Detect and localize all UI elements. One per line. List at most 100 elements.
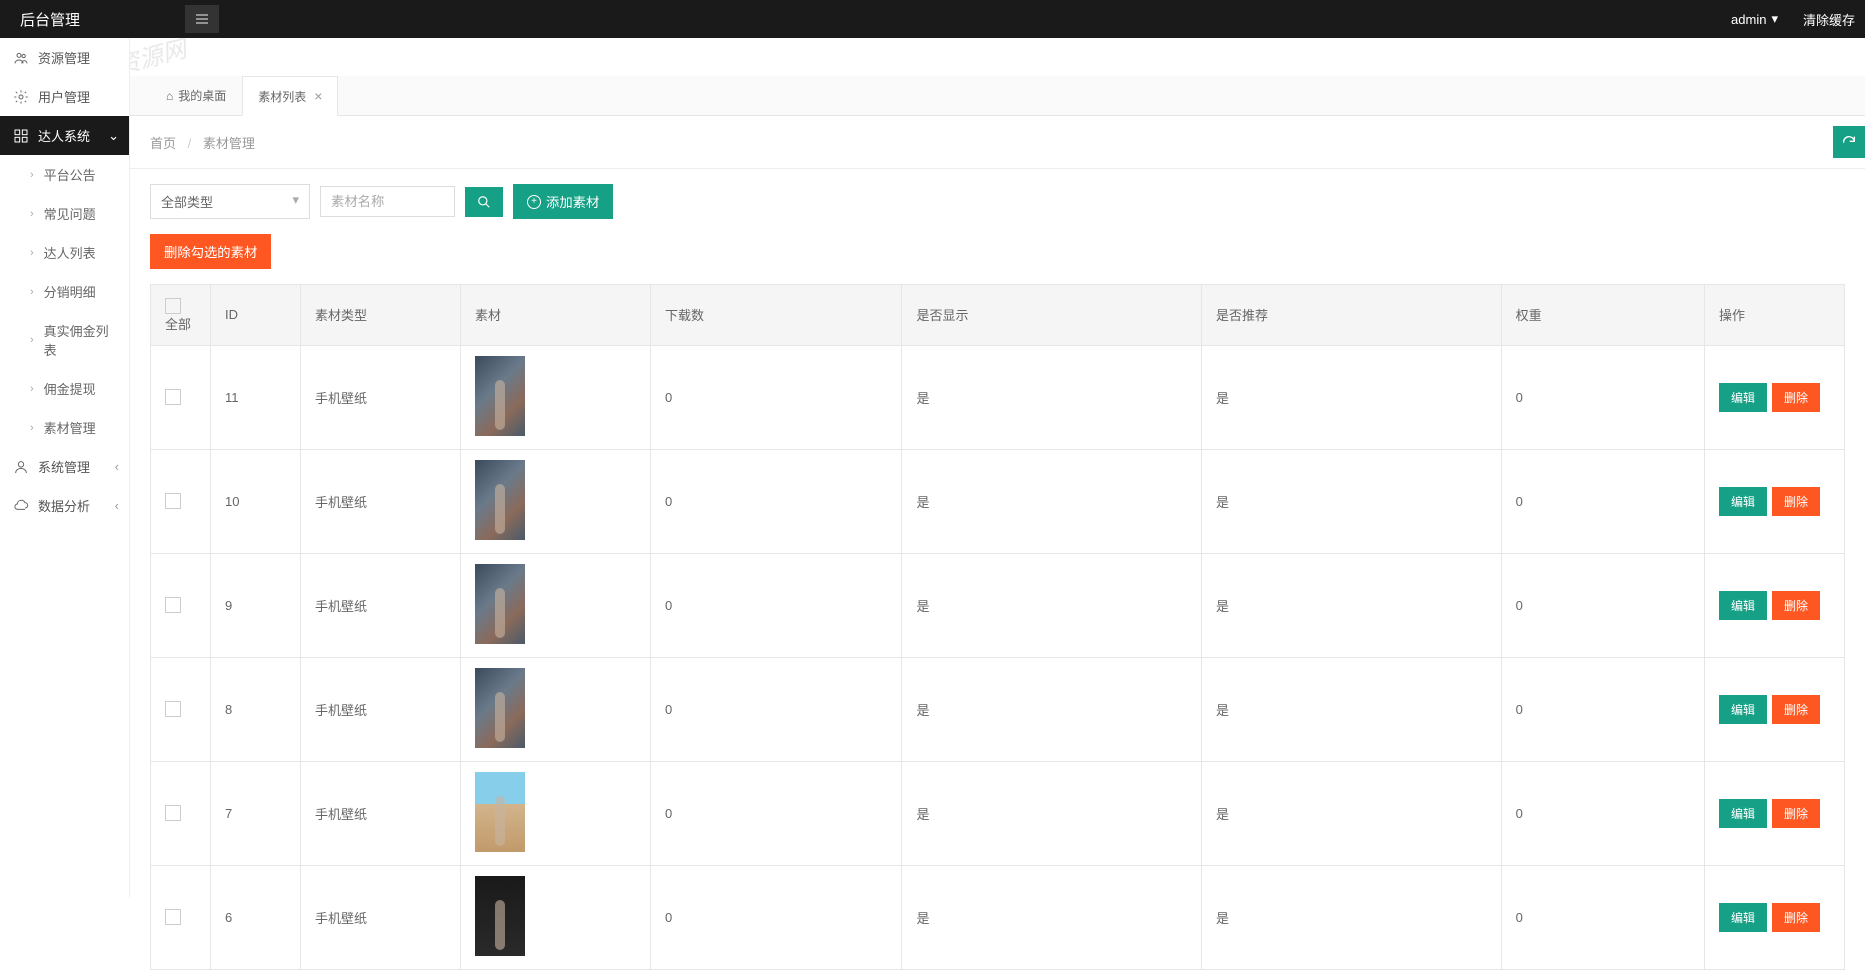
grid-icon <box>12 127 30 145</box>
cell-is-show: 是 <box>902 449 1202 553</box>
row-checkbox[interactable] <box>165 909 181 925</box>
delete-button[interactable]: 删除 <box>1772 799 1820 828</box>
sidebar-subitem-2[interactable]: ›达人列表 <box>0 233 129 272</box>
cell-weight: 0 <box>1501 345 1704 449</box>
delete-button[interactable]: 删除 <box>1772 487 1820 516</box>
search-icon <box>477 195 491 209</box>
cell-weight: 0 <box>1501 553 1704 657</box>
cell-id: 8 <box>211 657 301 761</box>
submenu-label: 佣金提现 <box>44 379 96 398</box>
gear-icon <box>12 88 30 106</box>
delete-selected-button[interactable]: 删除勾选的素材 <box>150 234 271 269</box>
chevron-right-icon: › <box>30 383 34 395</box>
cell-is-show: 是 <box>902 345 1202 449</box>
edit-button[interactable]: 编辑 <box>1719 799 1767 828</box>
delete-button[interactable]: 删除 <box>1772 903 1820 932</box>
sidebar: 资源管理 用户管理 达人系统 ⌄ ›平台公告›常见问题›达人列表›分销明细›真实… <box>0 38 130 897</box>
delete-button[interactable]: 删除 <box>1772 591 1820 620</box>
sidebar-item-system-mgmt[interactable]: 系统管理 ‹ <box>0 447 129 486</box>
sidebar-subitem-4[interactable]: › 真实佣金列表 <box>0 311 129 369</box>
sidebar-label: 用户管理 <box>38 87 90 106</box>
row-checkbox[interactable] <box>165 493 181 509</box>
clear-cache-link[interactable]: 清除缓存 <box>1803 10 1855 29</box>
cell-id: 6 <box>211 865 301 969</box>
sidebar-subitem-1[interactable]: › 常见问题 <box>0 194 129 233</box>
sidebar-item-data-analysis[interactable]: 数据分析 ‹ <box>0 486 129 525</box>
edit-button[interactable]: 编辑 <box>1719 487 1767 516</box>
sidebar-subitem-6[interactable]: ›素材管理 <box>0 408 129 447</box>
type-select[interactable]: 全部类型 <box>150 184 310 219</box>
cell-downloads: 0 <box>651 449 902 553</box>
cell-weight: 0 <box>1501 761 1704 865</box>
cell-type: 手机壁纸 <box>301 345 461 449</box>
chevron-right-icon: › <box>30 334 34 346</box>
col-material: 素材 <box>461 285 651 346</box>
breadcrumb-home[interactable]: 首页 <box>150 136 176 151</box>
tab-label: 素材列表 <box>258 88 306 105</box>
submenu-label: 常见问题 <box>44 204 96 223</box>
username-label: admin <box>1731 12 1766 27</box>
breadcrumb-current: 素材管理 <box>203 136 255 151</box>
user-dropdown[interactable]: admin ▾ <box>1731 11 1783 27</box>
breadcrumb-separator: / <box>188 136 192 151</box>
col-weight: 权重 <box>1501 285 1704 346</box>
table-row: 10手机壁纸0是是0编辑删除 <box>151 449 1845 553</box>
tab-desktop[interactable]: ⌂ 我的桌面 <box>150 76 242 115</box>
row-checkbox[interactable] <box>165 701 181 717</box>
cell-is-recommend: 是 <box>1202 449 1502 553</box>
submenu-label: 分销明细 <box>44 282 96 301</box>
table-row: 7手机壁纸0是是0编辑删除 <box>151 761 1845 865</box>
edit-button[interactable]: 编辑 <box>1719 591 1767 620</box>
user-group-icon <box>12 49 30 67</box>
close-icon[interactable]: × <box>314 88 322 104</box>
cell-type: 手机壁纸 <box>301 761 461 865</box>
edit-button[interactable]: 编辑 <box>1719 903 1767 932</box>
home-icon: ⌂ <box>166 89 173 103</box>
sidebar-subitem-3[interactable]: ›分销明细 <box>0 272 129 311</box>
row-checkbox[interactable] <box>165 389 181 405</box>
cell-is-recommend: 是 <box>1202 761 1502 865</box>
refresh-button[interactable] <box>1833 126 1865 158</box>
material-thumbnail[interactable] <box>475 460 525 540</box>
material-thumbnail[interactable] <box>475 876 525 956</box>
dropdown-caret-icon: ▾ <box>1771 11 1778 27</box>
material-thumbnail[interactable] <box>475 772 525 852</box>
cloud-icon <box>12 497 30 515</box>
col-is-show: 是否显示 <box>902 285 1202 346</box>
sidebar-subitem-0[interactable]: ›平台公告 <box>0 155 129 194</box>
delete-button[interactable]: 删除 <box>1772 383 1820 412</box>
material-name-input[interactable] <box>320 186 455 217</box>
col-select-all: 全部 <box>165 317 191 332</box>
cell-id: 11 <box>211 345 301 449</box>
col-type: 素材类型 <box>301 285 461 346</box>
row-checkbox[interactable] <box>165 805 181 821</box>
sidebar-toggle-button[interactable] <box>185 5 219 33</box>
hamburger-icon <box>194 11 210 27</box>
table-row: 9手机壁纸0是是0编辑删除 <box>151 553 1845 657</box>
add-material-button[interactable]: + 添加素材 <box>513 184 613 219</box>
cell-is-show: 是 <box>902 657 1202 761</box>
submenu-label: 真实佣金列表 <box>44 321 117 359</box>
tab-bar: ⌂ 我的桌面 素材列表 × <box>130 76 1865 116</box>
select-all-checkbox[interactable] <box>165 298 181 314</box>
edit-button[interactable]: 编辑 <box>1719 695 1767 724</box>
material-thumbnail[interactable] <box>475 564 525 644</box>
col-is-recommend: 是否推荐 <box>1202 285 1502 346</box>
material-thumbnail[interactable] <box>475 668 525 748</box>
cell-id: 10 <box>211 449 301 553</box>
sidebar-item-user-mgmt[interactable]: 用户管理 <box>0 77 129 116</box>
sidebar-item-expert-system[interactable]: 达人系统 ⌄ <box>0 116 129 155</box>
row-checkbox[interactable] <box>165 597 181 613</box>
tab-label: 我的桌面 <box>178 87 226 104</box>
cell-downloads: 0 <box>651 657 902 761</box>
cell-downloads: 0 <box>651 345 902 449</box>
delete-button[interactable]: 删除 <box>1772 695 1820 724</box>
search-button[interactable] <box>465 187 503 217</box>
chevron-right-icon: › <box>30 208 34 220</box>
sidebar-item-resource[interactable]: 资源管理 <box>0 38 129 77</box>
submenu-label: 达人列表 <box>44 243 96 262</box>
sidebar-subitem-5[interactable]: › 佣金提现 <box>0 369 129 408</box>
tab-material-list[interactable]: 素材列表 × <box>242 76 338 116</box>
material-thumbnail[interactable] <box>475 356 525 436</box>
edit-button[interactable]: 编辑 <box>1719 383 1767 412</box>
